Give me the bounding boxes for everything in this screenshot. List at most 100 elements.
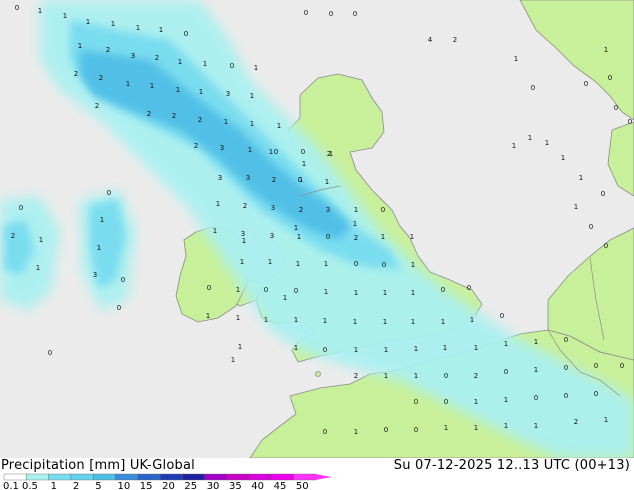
- precip-value-label: 2: [474, 372, 478, 380]
- legend-tick-label: 0.5: [22, 481, 38, 490]
- precip-value-label: 1: [178, 58, 182, 66]
- precip-value-label: 1: [545, 139, 549, 147]
- precip-value-label: 2: [354, 372, 358, 380]
- precip-value-label: 1: [159, 26, 163, 34]
- precip-value-label: 1: [203, 60, 207, 68]
- precip-value-label: 1: [604, 46, 608, 54]
- precip-value-label: 1: [268, 258, 272, 266]
- legend-tick-label: 30: [207, 481, 220, 490]
- channel-islands: [315, 371, 321, 377]
- precip-value-label: 1: [231, 356, 235, 364]
- precip-value-label: 3: [270, 232, 274, 240]
- precip-value-label: 1: [38, 7, 42, 15]
- precip-value-label: 1: [561, 154, 565, 162]
- valid-time: Su 07-12-2025 12..13 UTC (00+13): [393, 458, 630, 473]
- product-title: Precipitation [mm] UK-Global: [1, 458, 195, 473]
- legend-swatches: [3, 473, 317, 481]
- precip-value-label: 0: [504, 368, 508, 376]
- product-label: Precipitation [mm]: [1, 458, 126, 473]
- precip-value-label: 1: [353, 220, 357, 228]
- precip-value-label: 1: [411, 289, 415, 297]
- precip-value-label: 3: [271, 204, 275, 212]
- precip-value-label: 0: [414, 426, 418, 434]
- legend-tick-label: 1: [51, 481, 57, 490]
- precip-value-label: 1: [248, 146, 252, 154]
- legend-swatch: [159, 473, 183, 481]
- precip-value-label: 1: [323, 317, 327, 325]
- precip-value-label: 1: [224, 118, 228, 126]
- precip-value-label: 1: [126, 80, 130, 88]
- precip-value-label: 1: [441, 318, 445, 326]
- precip-value-label: 2: [327, 150, 331, 158]
- precip-value-label: 1: [296, 260, 300, 268]
- precip-value-label: 0: [264, 286, 268, 294]
- precip-value-label: 2: [354, 234, 358, 242]
- precip-value-label: 1: [264, 316, 268, 324]
- precip-value-label: 1: [277, 122, 281, 130]
- precip-value-label: 1: [534, 422, 538, 430]
- precip-value-label: 0: [589, 223, 593, 231]
- precip-value-label: 0: [601, 190, 605, 198]
- precip-value-label: 1: [294, 316, 298, 324]
- precip-value-label: 0: [329, 10, 333, 18]
- precipitation-map[interactable]: 0111111000012321101422211113122221112310…: [0, 0, 634, 458]
- precip-value-label: 0: [382, 261, 386, 269]
- precip-value-label: 3: [326, 206, 330, 214]
- precip-value-label: 1: [512, 142, 516, 150]
- precip-value-label: 1: [242, 237, 246, 245]
- precip-value-label: 1: [150, 82, 154, 90]
- legend-tick-label: 0.1: [3, 481, 19, 490]
- precip-value-label: 2: [299, 206, 303, 214]
- legend-tick-label: 10: [118, 481, 131, 490]
- precip-value-label: 0: [467, 284, 471, 292]
- precip-value-label: 1: [213, 227, 217, 235]
- precip-value-label: 0: [564, 336, 568, 344]
- legend-tick-label: 40: [251, 481, 264, 490]
- precip-value-label: 2: [74, 70, 78, 78]
- legend-ticks: 0.1 0.5 1 2 5 10 15 20 25 30 35 40 45 50: [3, 481, 309, 490]
- precip-value-label: 1: [574, 203, 578, 211]
- precip-value-label: 2: [243, 202, 247, 210]
- precip-value-label: 0: [230, 62, 234, 70]
- precip-value-label: 1: [384, 372, 388, 380]
- precip-value-label: 2: [95, 102, 99, 110]
- precip-value-label: 0: [384, 426, 388, 434]
- precip-value-label: 0: [531, 84, 535, 92]
- legend-swatch: [48, 473, 72, 481]
- precip-value-label: 0: [584, 80, 588, 88]
- precip-value-label: 1: [354, 206, 358, 214]
- precip-value-label: 1: [474, 344, 478, 352]
- precip-value-label: 1: [411, 318, 415, 326]
- precip-value-label: 0: [620, 362, 624, 370]
- precip-value-label: 0: [500, 312, 504, 320]
- precip-value-label: 1: [283, 294, 287, 302]
- precip-value-label: 0: [628, 118, 632, 126]
- precip-value-label: 0: [184, 30, 188, 38]
- precip-value-label: 1: [474, 398, 478, 406]
- precip-value-label: 1: [97, 244, 101, 252]
- legend-tick-label: 25: [184, 481, 197, 490]
- precip-value-label: 2: [99, 74, 103, 82]
- precip-value-label: 2: [11, 232, 15, 240]
- legend-tick-label: 50: [296, 481, 309, 490]
- map-canvas: 0 111 1 1 1 00 0 01 23 2 1 1 0 14 22 21 1 1 1 3 122 2 2 1 1 12 3 1 0…: [0, 0, 634, 458]
- legend-swatch: [226, 473, 250, 481]
- precip-value-label: 2: [106, 46, 110, 54]
- precip-value-label: 2: [574, 418, 578, 426]
- precip-value-label: 0: [19, 204, 23, 212]
- precip-value-label: 1: [199, 88, 203, 96]
- precip-value-label: 1: [238, 343, 242, 351]
- color-scale-legend: 0.1 0.5 1 2 5 10 15 20 25 30 35 40 45 50: [3, 473, 332, 490]
- precip-value-label: 0: [48, 349, 52, 357]
- precip-value-label: 1: [443, 344, 447, 352]
- legend-swatch: [204, 473, 228, 481]
- precip-value-label: 1: [294, 224, 298, 232]
- precip-value-label: 1: [504, 340, 508, 348]
- precip-value-label: 1: [474, 424, 478, 432]
- legend-arrow: [315, 474, 332, 480]
- precip-value-label: 1: [302, 160, 306, 168]
- legend-tick-label: 15: [140, 481, 153, 490]
- precip-value-label: 1: [250, 92, 254, 100]
- precip-value-label: 0: [381, 206, 385, 214]
- precip-value-label: 1: [353, 318, 357, 326]
